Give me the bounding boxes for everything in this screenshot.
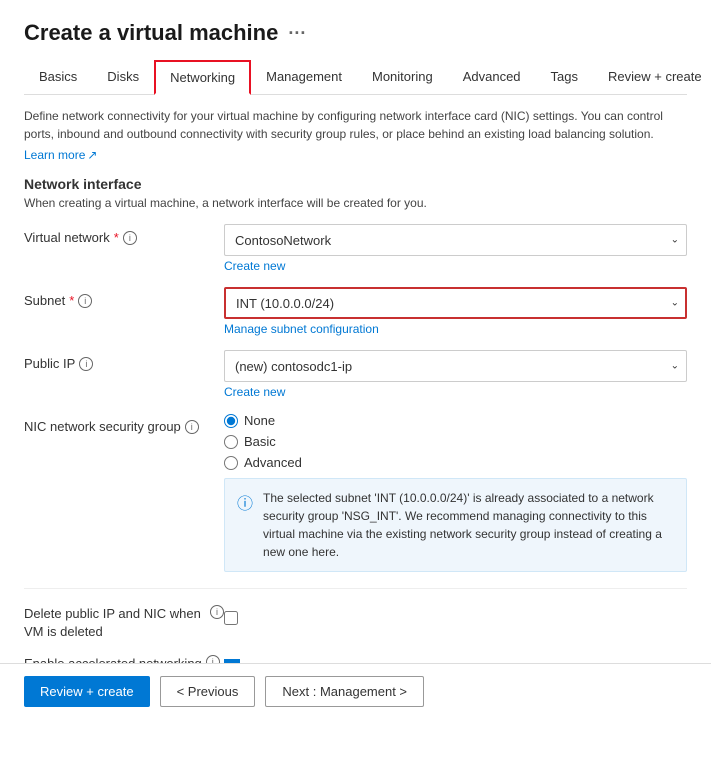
- divider: [24, 588, 687, 589]
- page-title: Create a virtual machine: [24, 20, 278, 46]
- footer: Review + create < Previous Next : Manage…: [0, 663, 711, 719]
- required-marker-subnet: *: [69, 293, 74, 308]
- radio-basic-input[interactable]: [224, 435, 238, 449]
- tab-tags[interactable]: Tags: [536, 60, 593, 95]
- radio-advanced-item[interactable]: Advanced: [224, 455, 687, 470]
- virtual-network-control: ContosoNetwork ⌄ Create new: [224, 224, 687, 273]
- virtual-network-label: Virtual network * i: [24, 224, 224, 245]
- nic-nsg-row: NIC network security group i None Basic: [24, 413, 687, 572]
- nic-nsg-control: None Basic Advanced ⓘ The selected subne…: [224, 413, 687, 572]
- page-description: Define network connectivity for your vir…: [24, 107, 687, 143]
- next-button[interactable]: Next : Management >: [265, 676, 424, 707]
- required-marker: *: [114, 230, 119, 245]
- nic-nsg-info-icon[interactable]: i: [185, 420, 199, 434]
- public-ip-control: (new) contosodc1-ip ⌄ Create new: [224, 350, 687, 399]
- delete-public-ip-row: Delete public IP and NIC when VM is dele…: [24, 605, 687, 641]
- tab-review-create[interactable]: Review + create: [593, 60, 711, 95]
- info-box-text: The selected subnet 'INT (10.0.0.0/24)' …: [263, 489, 674, 561]
- tab-bar: Basics Disks Networking Management Monit…: [24, 60, 687, 95]
- subnet-row: Subnet * i INT (10.0.0.0/24) ⌄ Manage su…: [24, 287, 687, 336]
- manage-subnet-link[interactable]: Manage subnet configuration: [224, 322, 379, 336]
- section-title-network-interface: Network interface: [24, 176, 687, 192]
- virtual-network-row: Virtual network * i ContosoNetwork ⌄ Cre…: [24, 224, 687, 273]
- title-options-icon[interactable]: ···: [288, 23, 306, 44]
- public-ip-info-icon[interactable]: i: [79, 357, 93, 371]
- public-ip-row: Public IP i (new) contosodc1-ip ⌄ Create…: [24, 350, 687, 399]
- virtual-network-info-icon[interactable]: i: [123, 231, 137, 245]
- public-ip-select[interactable]: (new) contosodc1-ip: [224, 350, 687, 382]
- radio-none-label: None: [244, 413, 275, 428]
- delete-ip-info-icon[interactable]: i: [210, 605, 224, 619]
- radio-none-input[interactable]: [224, 414, 238, 428]
- radio-advanced-input[interactable]: [224, 456, 238, 470]
- review-create-button[interactable]: Review + create: [24, 676, 150, 707]
- tab-disks[interactable]: Disks: [92, 60, 154, 95]
- virtual-network-select[interactable]: ContosoNetwork: [224, 224, 687, 256]
- nic-nsg-label: NIC network security group i: [24, 413, 224, 434]
- radio-none-item[interactable]: None: [224, 413, 687, 428]
- tab-monitoring[interactable]: Monitoring: [357, 60, 448, 95]
- radio-basic-label: Basic: [244, 434, 276, 449]
- info-circle-icon: ⓘ: [237, 490, 253, 561]
- learn-more-link[interactable]: Learn more ↗: [24, 148, 97, 162]
- subnet-label: Subnet * i: [24, 287, 224, 308]
- tab-advanced[interactable]: Advanced: [448, 60, 536, 95]
- tab-management[interactable]: Management: [251, 60, 357, 95]
- nsg-radio-group: None Basic Advanced: [224, 413, 687, 470]
- info-box: ⓘ The selected subnet 'INT (10.0.0.0/24)…: [224, 478, 687, 572]
- subnet-control: INT (10.0.0.0/24) ⌄ Manage subnet config…: [224, 287, 687, 336]
- radio-basic-item[interactable]: Basic: [224, 434, 687, 449]
- tab-basics[interactable]: Basics: [24, 60, 92, 95]
- create-new-vnet-link[interactable]: Create new: [224, 259, 285, 273]
- section-description: When creating a virtual machine, a netwo…: [24, 196, 687, 210]
- public-ip-label: Public IP i: [24, 350, 224, 371]
- radio-advanced-label: Advanced: [244, 455, 302, 470]
- external-link-icon: ↗: [87, 148, 97, 162]
- delete-public-ip-label: Delete public IP and NIC when VM is dele…: [24, 605, 224, 641]
- subnet-info-icon[interactable]: i: [78, 294, 92, 308]
- subnet-select[interactable]: INT (10.0.0.0/24): [224, 287, 687, 319]
- delete-public-ip-checkbox[interactable]: [224, 611, 238, 625]
- tab-networking[interactable]: Networking: [154, 60, 251, 95]
- previous-button[interactable]: < Previous: [160, 676, 256, 707]
- create-new-ip-link[interactable]: Create new: [224, 385, 285, 399]
